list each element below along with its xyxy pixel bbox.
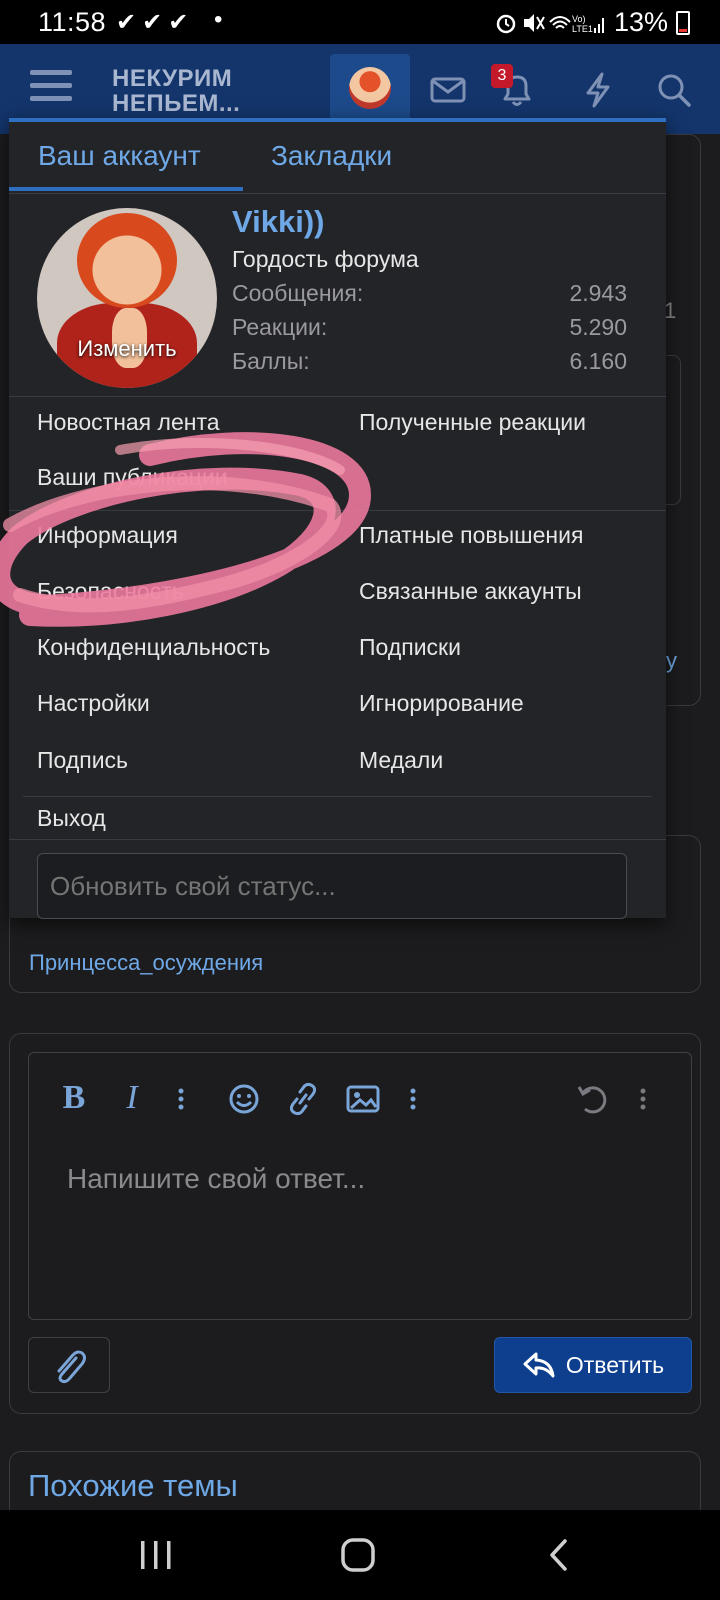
status-update-input[interactable] xyxy=(37,853,627,919)
svg-text:LTE1: LTE1 xyxy=(572,24,593,34)
menu-medals[interactable]: Медали xyxy=(359,747,443,774)
svg-text:Vo): Vo) xyxy=(572,14,586,24)
search-icon[interactable] xyxy=(654,70,694,110)
stat-value: 2.943 xyxy=(569,280,627,306)
menu-signature[interactable]: Подпись xyxy=(37,747,128,774)
logo-line-1: НЕКУРИМ xyxy=(112,65,233,92)
reply-button-label: Ответить xyxy=(565,1351,665,1378)
account-button[interactable] xyxy=(330,54,410,124)
italic-icon[interactable]: I xyxy=(117,1079,147,1119)
system-icons: Vo) LTE1 13% xyxy=(496,7,690,38)
reply-editor[interactable]: B I Напишите свой ответ... xyxy=(28,1052,692,1320)
bold-icon[interactable]: B xyxy=(59,1079,89,1119)
user-link[interactable]: Принцесса_осуждения xyxy=(29,950,263,976)
more-vertical-icon[interactable] xyxy=(633,1079,653,1119)
alarm-mute-wifi-signal-icons: Vo) LTE1 xyxy=(496,10,606,36)
account-dropdown: Ваш аккаунт Закладки Изменить Vikki)) Го… xyxy=(9,118,666,919)
home-icon[interactable] xyxy=(339,1536,377,1574)
notification-icons: ✔✔✔ xyxy=(116,9,195,36)
inbox-icon[interactable] xyxy=(428,70,468,110)
divider xyxy=(9,839,666,840)
menu-connected-accounts[interactable]: Связанные аккаунты xyxy=(359,578,582,605)
similar-threads-title: Похожие темы xyxy=(28,1468,238,1503)
back-icon[interactable] xyxy=(547,1538,571,1572)
more-vertical-icon[interactable] xyxy=(403,1079,423,1119)
menu-news-feed[interactable]: Новостная лента xyxy=(37,409,220,436)
menu-your-content[interactable]: Ваши публикации xyxy=(37,464,228,491)
divider xyxy=(23,796,652,797)
logo-line-2: НЕПЬЕМ... xyxy=(112,90,241,117)
stat-messages: Сообщения: 2.943 xyxy=(232,280,627,307)
stat-label: Сообщения: xyxy=(232,280,364,306)
menu-icon[interactable] xyxy=(30,70,72,106)
menu-account-upgrades[interactable]: Платные повышения xyxy=(359,522,583,549)
attach-button[interactable] xyxy=(28,1337,110,1393)
menu-security[interactable]: Безопасность xyxy=(37,578,184,605)
tab-bookmarks[interactable]: Закладки xyxy=(271,140,392,172)
menu-following[interactable]: Подписки xyxy=(359,634,461,661)
stat-value: 5.290 xyxy=(569,314,627,340)
alerts-badge: 3 xyxy=(491,64,513,88)
clock: 11:58 xyxy=(38,7,107,37)
menu-account-details[interactable]: Информация xyxy=(37,522,178,549)
avatar xyxy=(349,67,391,109)
menu-preferences[interactable]: Настройки xyxy=(37,690,150,717)
menu-reactions-received[interactable]: Полученные реакции xyxy=(359,409,586,436)
tab-your-account[interactable]: Ваш аккаунт xyxy=(38,140,201,172)
username[interactable]: Vikki)) xyxy=(232,204,324,240)
link-icon[interactable] xyxy=(285,1079,321,1119)
background-peek-link[interactable]: у xyxy=(666,648,677,674)
reply-icon xyxy=(523,1352,555,1378)
user-title: Гордость форума xyxy=(232,246,419,272)
paperclip-icon xyxy=(57,1350,86,1384)
menu-ignoring[interactable]: Игнорирование xyxy=(359,690,524,717)
image-icon[interactable] xyxy=(345,1079,381,1119)
reply-placeholder[interactable]: Напишите свой ответ... xyxy=(67,1163,365,1195)
status-bar: 11:58 ✔✔✔ • Vo) LTE1 13% xyxy=(0,0,720,44)
more-notifications-dot: • xyxy=(214,6,223,33)
menu-privacy[interactable]: Конфиденциальность xyxy=(37,634,270,661)
site-logo[interactable]: НЕКУРИМ НЕПЬЕМ... xyxy=(112,66,240,116)
menu-logout[interactable]: Выход xyxy=(37,805,106,832)
smiley-icon[interactable] xyxy=(227,1079,261,1119)
active-tab-indicator xyxy=(9,187,243,191)
divider xyxy=(9,510,666,511)
account-tabs: Ваш аккаунт Закладки xyxy=(9,122,666,194)
stat-value: 6.160 xyxy=(569,348,627,374)
stat-points: Баллы: 6.160 xyxy=(232,348,627,375)
battery-icon xyxy=(676,10,690,35)
avatar-edit-label[interactable]: Изменить xyxy=(37,336,217,362)
stat-reactions: Реакции: 5.290 xyxy=(232,314,627,341)
android-navigation-bar xyxy=(0,1510,720,1600)
reply-button[interactable]: Ответить xyxy=(494,1337,692,1393)
profile-avatar[interactable]: Изменить xyxy=(37,208,217,388)
lightning-icon[interactable] xyxy=(578,70,618,110)
recent-apps-icon[interactable] xyxy=(138,1538,174,1572)
stat-label: Баллы: xyxy=(232,348,310,374)
battery-percent: 13% xyxy=(613,7,668,37)
more-vertical-icon[interactable] xyxy=(171,1079,191,1119)
divider xyxy=(9,396,666,397)
undo-icon[interactable] xyxy=(575,1079,609,1119)
stat-label: Реакции: xyxy=(232,314,328,340)
